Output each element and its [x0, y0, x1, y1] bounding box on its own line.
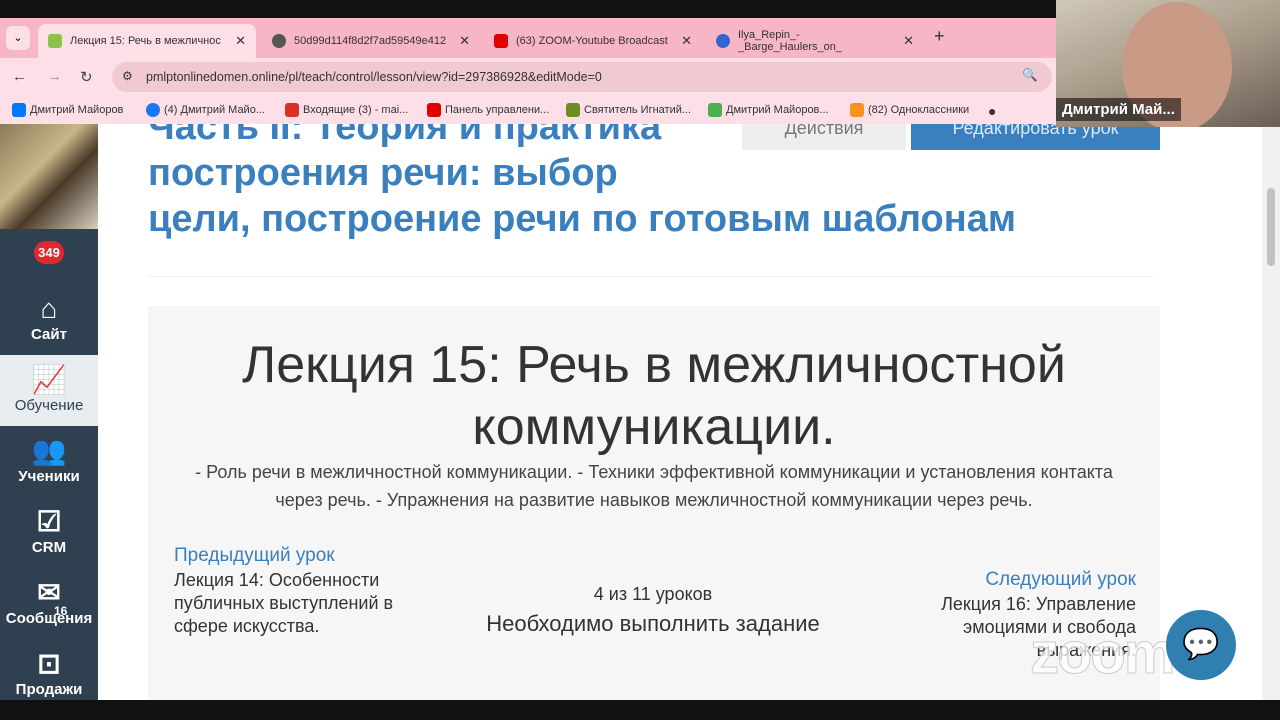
forward-icon[interactable]: → [47, 68, 62, 85]
lesson-title: Лекция 15: Речь в межличностной коммуник… [242, 336, 1066, 456]
participant-video: Дмитрий Май... [1056, 0, 1280, 127]
divider [148, 276, 1153, 277]
participant-name: Дмитрий Май... [1056, 98, 1181, 121]
previous-lesson-link[interactable]: Предыдущий урок [174, 544, 394, 567]
bookmark-label: (4) Дмитрий Майо... [164, 104, 265, 116]
tab-title: (63) ZOOM-Youtube Broadcast [516, 35, 668, 47]
home-icon: ⌂ [40, 293, 58, 324]
zoom-icon[interactable]: 🔍 [1022, 68, 1038, 83]
scrollbar-thumb[interactable] [1267, 188, 1275, 266]
tab-hash[interactable]: 50d99d114f8d2f7ad59549e412 ✕ [262, 24, 480, 58]
sidebar: 349 ⌂ Сайт 📈 Обучение 👥 Ученики ☑ CRM ✉ 16 Соо… [0, 124, 98, 700]
close-tab-icon[interactable]: ✕ [903, 33, 914, 49]
chart-icon: 📈 [31, 364, 67, 395]
vk-icon [12, 103, 26, 117]
bookmark-label: Дмитрий Майоров... [726, 104, 829, 116]
profile-image[interactable] [0, 124, 98, 229]
task-status: Необходимо выполнить задание [486, 611, 820, 636]
new-tab-button[interactable]: + [934, 26, 945, 47]
reload-icon[interactable]: ↻ [80, 68, 93, 86]
facebook-icon [146, 103, 160, 117]
odnoklassniki-icon [850, 103, 864, 117]
tab-title: Лекция 15: Речь в межличнос [70, 35, 221, 47]
tab-wikimedia[interactable]: Ilya_Repin_-_Barge_Haulers_on_ ✕ [706, 24, 924, 58]
sidebar-item-site[interactable]: ⌂ Сайт [0, 284, 98, 355]
youtube-icon [427, 103, 441, 117]
sidebar-item-sales[interactable]: ⊡ Продажи [0, 639, 98, 700]
previous-lesson[interactable]: Предыдущий урок Лекция 14: Особенности пу… [174, 544, 394, 638]
tab-title: Ilya_Repin_-_Barge_Haulers_on_ [738, 29, 842, 53]
bookmark-item[interactable]: (82) Одноклассники [850, 103, 969, 117]
close-tab-icon[interactable]: ✕ [681, 33, 692, 49]
bookmark-item[interactable]: Дмитрий Майоров [12, 103, 123, 117]
tab-lesson-15[interactable]: Лекция 15: Речь в межличнос ✕ [38, 24, 256, 58]
sidebar-item-messages[interactable]: ✉ 16 Сообщения [0, 568, 98, 639]
bookmark-label: Святитель Игнатий... [584, 104, 692, 116]
gmail-icon [285, 103, 299, 117]
tab-title: 50d99d114f8d2f7ad59549e412 [294, 35, 447, 47]
sidebar-item-label: Ученики [18, 468, 80, 485]
sidebar-item-label: Продажи [15, 681, 83, 698]
mail-icon: ✉ [37, 577, 61, 608]
bookmark-label: (82) Одноклассники [868, 104, 970, 116]
screen-bottom-bar [0, 700, 1280, 720]
sidebar-item-label: CRM [31, 539, 67, 556]
globe-icon[interactable]: ● [988, 103, 996, 119]
youtube-icon [494, 34, 508, 48]
tab-youtube[interactable]: (63) ZOOM-Youtube Broadcast ✕ [484, 24, 702, 58]
sidebar-item-label: Обучение [14, 397, 84, 414]
wikimedia-icon [716, 34, 730, 48]
zoom-watermark: zoom [1029, 621, 1175, 687]
edit-lesson-button[interactable]: Редактировать урок [911, 124, 1160, 150]
sidebar-item-label: Сообщения [5, 610, 93, 627]
users-icon: 👥 [31, 435, 67, 466]
sidebar-item-learning[interactable]: 📈 Обучение [0, 355, 98, 426]
checkbox-icon: ☑ [36, 506, 62, 537]
bookmark-label: Входящие (3) - mai... [303, 104, 409, 116]
bookmark-label: Панель управлени... [445, 104, 550, 116]
icon-bookmark-icon [566, 103, 580, 117]
next-lesson-link[interactable]: Следующий урок [876, 568, 1136, 591]
safe-icon: ⊡ [37, 648, 61, 679]
page-content: 349 ⌂ Сайт 📈 Обучение 👥 Ученики ☑ CRM ✉ 16 Соо… [0, 124, 1262, 700]
lesson-card: Лекция 15: Речь в межличностной коммуник… [148, 306, 1160, 700]
tab-search-button[interactable]: ⌄ [6, 26, 30, 50]
sidebar-item-crm[interactable]: ☑ CRM [0, 497, 98, 568]
previous-lesson-title[interactable]: Лекция 14: Особенности публичных выступл… [174, 570, 393, 636]
sidebar-item-label: Сайт [31, 326, 67, 343]
actions-button[interactable]: Действия [742, 124, 906, 150]
lesson-progress: 4 из 11 уроков Необходимо выполнить задан… [448, 584, 858, 637]
chat-icon: 💬 [1182, 628, 1220, 661]
bookmark-item[interactable]: (4) Дмитрий Майо... [146, 103, 265, 117]
bookmark-item[interactable]: Святитель Игнатий... [566, 103, 691, 117]
globe-icon [272, 34, 286, 48]
favicon-icon [48, 34, 62, 48]
progress-text: 4 из 11 уроков [593, 584, 713, 604]
close-tab-icon[interactable]: ✕ [459, 33, 470, 49]
scrollbar[interactable] [1262, 124, 1280, 700]
messages-badge: 16 [54, 604, 68, 618]
lesson-description: - Роль речи в межличностной коммуникации… [195, 462, 1113, 510]
bookmark-item[interactable]: Панель управлени... [427, 103, 549, 117]
bookmark-label: Дмитрий Майоров [30, 104, 124, 116]
bookmark-item[interactable]: Входящие (3) - mai... [285, 103, 408, 117]
url-text: pmlptonlinedomen.online/pl/teach/control… [146, 70, 602, 84]
page-icon [708, 103, 722, 117]
close-tab-icon[interactable]: ✕ [235, 33, 246, 49]
url-input[interactable]: ⚙ pmlptonlinedomen.online/pl/teach/contro… [112, 62, 1052, 92]
notifications-badge[interactable]: 349 [34, 241, 64, 264]
bookmark-item[interactable]: Дмитрий Майоров... [708, 103, 829, 117]
back-icon[interactable]: ← [12, 68, 27, 85]
site-settings-icon[interactable]: ⚙ [122, 69, 133, 83]
chat-widget-button[interactable]: 💬 [1166, 610, 1236, 680]
sidebar-item-students[interactable]: 👥 Ученики [0, 426, 98, 497]
